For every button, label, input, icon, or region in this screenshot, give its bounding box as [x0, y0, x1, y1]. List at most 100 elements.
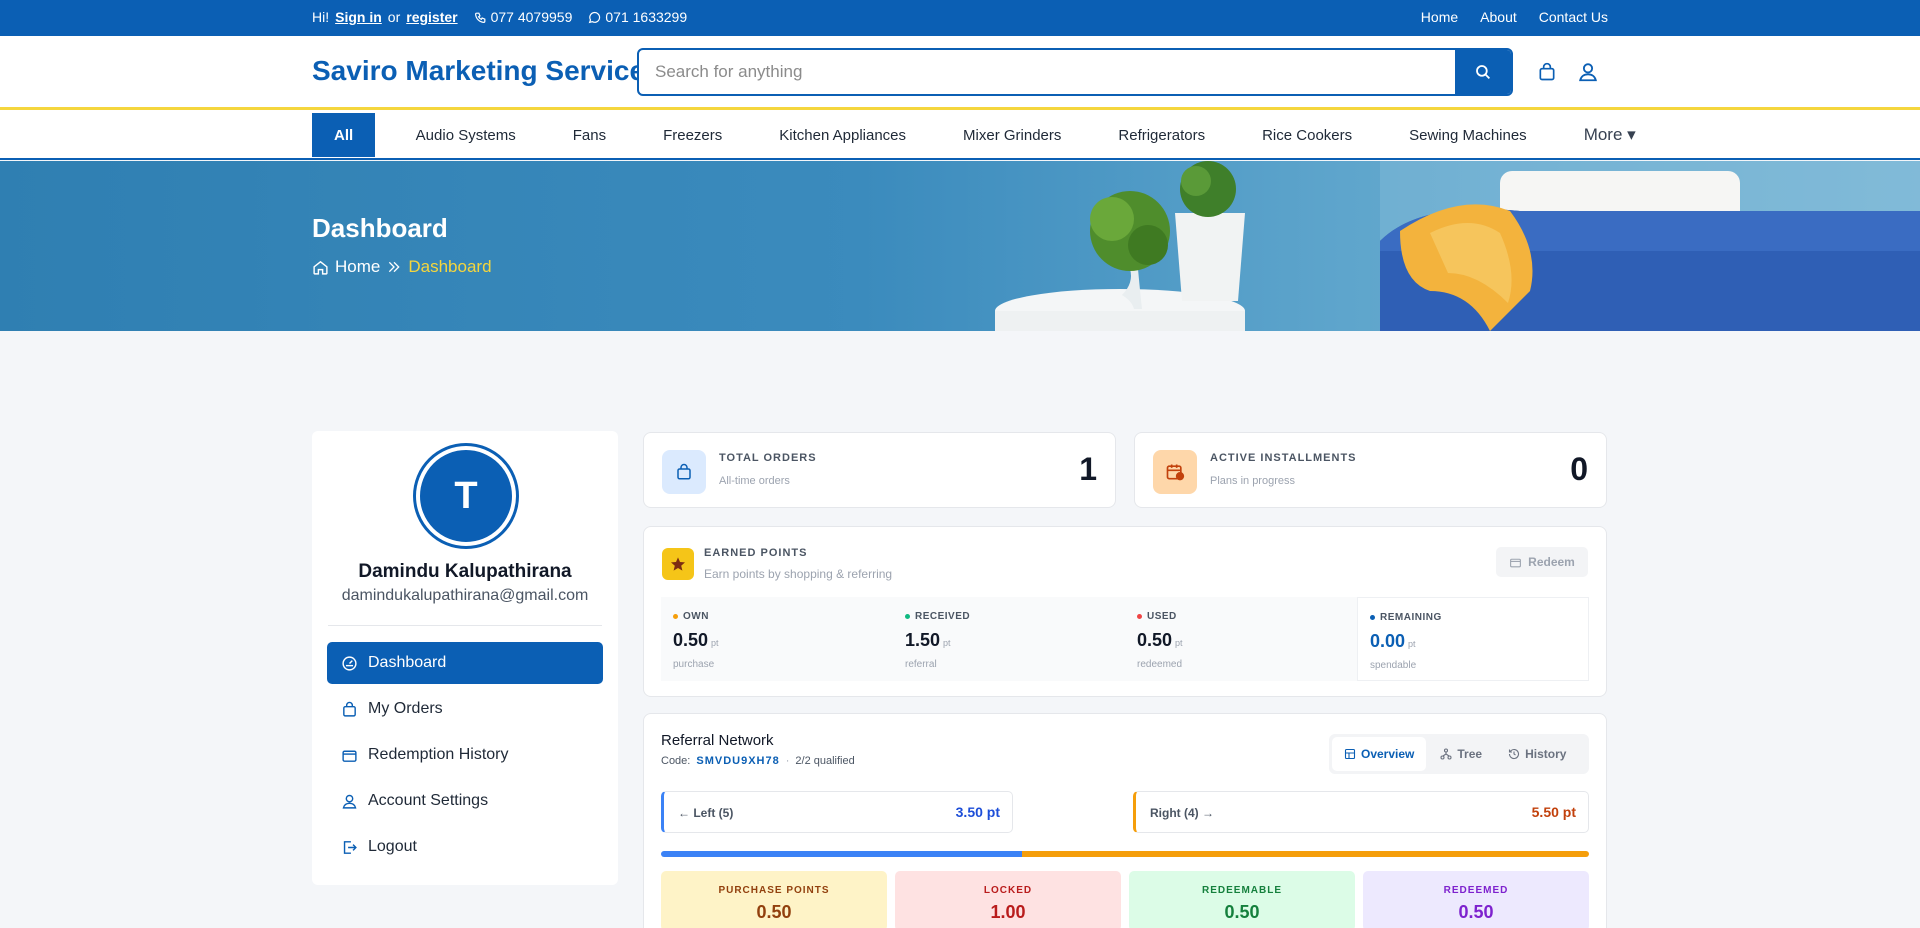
active-installments-card: ACTIVE INSTALLMENTS Plans in progress 0	[1134, 432, 1607, 508]
search-icon	[1476, 65, 1491, 80]
sidebar-item-logout[interactable]: Logout	[327, 826, 603, 868]
left-leg-points: 3.50 pt	[955, 804, 1000, 820]
cart-button[interactable]	[1535, 60, 1559, 84]
separator: ·	[785, 755, 790, 767]
category-nav: All Audio Systems Fans Freezers Kitchen …	[0, 110, 1920, 160]
referral-code-row: Code: SMVDU9XH78 · 2/2 qualified	[661, 755, 855, 767]
sidebar-item-account-settings[interactable]: Account Settings	[327, 780, 603, 822]
stat-sub: All-time orders	[719, 475, 790, 487]
earned-points-card: EARNED POINTS Earn points by shopping & …	[643, 526, 1607, 697]
sidebar-item-label: My Orders	[368, 700, 443, 717]
tile-label: LOCKED	[983, 885, 1033, 896]
search-input[interactable]	[639, 50, 1449, 94]
site-header: Saviro Marketing Service	[0, 36, 1920, 110]
points-remaining-value: 0.00	[1370, 631, 1406, 651]
tile-label: REDEEMABLE	[1201, 885, 1282, 896]
tree-icon	[1440, 748, 1452, 760]
category-list: All Audio Systems Fans Freezers Kitchen …	[312, 113, 1664, 157]
sidebar-item-label: Dashboard	[368, 654, 447, 671]
right-bar-fill	[1021, 851, 1589, 857]
top-link-contact[interactable]: Contact Us	[1539, 9, 1608, 25]
tab-tree[interactable]: Tree	[1428, 737, 1494, 771]
points-used-box: USED 0.50 pt redeemed	[1125, 597, 1357, 681]
calendar-clock-icon	[1166, 464, 1185, 481]
tile-value: 0.50	[756, 902, 792, 922]
points-box-sub: redeemed	[1137, 659, 1183, 670]
category-item[interactable]: Freezers	[635, 113, 751, 157]
points-box-label-text: REMAINING	[1380, 612, 1442, 623]
qualified-count: 2/2 qualified	[795, 755, 855, 767]
top-bar-links: Home About Contact Us	[1421, 9, 1608, 25]
search-button[interactable]	[1455, 50, 1511, 94]
register-link[interactable]: register	[406, 9, 457, 25]
category-more-dropdown[interactable]: More ▾	[1555, 113, 1664, 157]
or-text: or	[387, 9, 401, 25]
points-box-label-text: USED	[1147, 611, 1177, 622]
shopping-bag-icon	[677, 463, 691, 480]
sidebar-item-redemption-history[interactable]: Redemption History	[327, 734, 603, 776]
stat-sub: Plans in progress	[1210, 475, 1295, 487]
redeem-button[interactable]: Redeem	[1496, 547, 1588, 577]
category-item[interactable]: Mixer Grinders	[935, 113, 1090, 157]
top-link-home[interactable]: Home	[1421, 9, 1458, 25]
category-item[interactable]: Audio Systems	[387, 113, 544, 157]
points-own-value: 0.50	[673, 630, 709, 650]
sidebar-item-orders[interactable]: My Orders	[327, 688, 603, 730]
category-item[interactable]: Kitchen Appliances	[751, 113, 935, 157]
phone-icon	[474, 12, 486, 23]
stat-label: TOTAL ORDERS	[719, 452, 817, 464]
sidebar-item-label: Redemption History	[368, 746, 509, 763]
sidebar-item-dashboard[interactable]: Dashboard	[327, 642, 603, 684]
whatsapp-icon	[589, 11, 601, 23]
points-box-label: USED	[1137, 611, 1177, 622]
points-box-label-text: OWN	[683, 611, 709, 622]
points-box-value: 0.50 pt	[673, 630, 719, 651]
sidebar-item-label: Logout	[368, 838, 417, 855]
top-link-about[interactable]: About	[1480, 9, 1517, 25]
points-used-value: 0.50	[1137, 630, 1173, 650]
brand-logo[interactable]: Saviro Marketing Service	[312, 55, 645, 87]
category-all[interactable]: All	[312, 113, 376, 157]
sign-in-link[interactable]: Sign in	[335, 9, 382, 25]
avatar: T	[416, 446, 516, 546]
purchase-points-tile: PURCHASE POINTS 0.50	[661, 871, 887, 928]
breadcrumb-home[interactable]: Home	[335, 257, 380, 277]
home-icon	[313, 260, 328, 275]
points-received-value: 1.50	[905, 630, 941, 650]
tab-history[interactable]: History	[1496, 737, 1578, 771]
phone-2[interactable]: 071 1633299	[588, 9, 687, 25]
logout-icon	[343, 840, 357, 854]
account-button[interactable]	[1576, 60, 1600, 84]
user-icon	[1579, 63, 1597, 82]
star-icon	[671, 557, 685, 571]
tab-label: Tree	[1457, 747, 1483, 761]
redeemable-tile: REDEEMABLE 0.50	[1129, 871, 1355, 928]
category-item[interactable]: Rice Cookers	[1234, 113, 1381, 157]
grid-icon	[1344, 748, 1356, 760]
right-leg-box[interactable]: Right (4) → 5.50 pt	[1133, 791, 1589, 833]
category-item[interactable]: Refrigerators	[1090, 113, 1234, 157]
page-hero: Dashboard Home Dashboard	[0, 161, 1920, 331]
right-leg-label: Right (4) →	[1150, 806, 1214, 820]
tile-value: 0.50	[1458, 902, 1494, 922]
divider	[328, 625, 602, 626]
search-bar	[637, 48, 1513, 96]
points-box-value: 0.50 pt	[1137, 630, 1183, 651]
user-email: damindukalupathirana@gmail.com	[341, 587, 589, 604]
unit: pt	[1408, 639, 1416, 649]
category-item[interactable]: Sewing Machines	[1381, 113, 1556, 157]
user-icon	[342, 794, 357, 809]
category-item[interactable]: Fans	[544, 113, 634, 157]
referral-network-card: Referral Network Code: SMVDU9XH78 · 2/2 …	[643, 713, 1607, 928]
wallet-icon	[1510, 558, 1522, 567]
tab-label: History	[1525, 747, 1567, 761]
left-bar-fill	[661, 851, 1022, 857]
redeem-label: Redeem	[1528, 555, 1575, 569]
tab-overview[interactable]: Overview	[1332, 737, 1427, 771]
left-leg-box[interactable]: ← Left (5) 3.50 pt	[661, 791, 1013, 833]
history-icon	[1509, 748, 1520, 760]
greeting: Hi!	[312, 9, 330, 25]
phone-1[interactable]: 077 4079959	[474, 9, 572, 25]
double-chevron-icon	[389, 261, 400, 273]
referral-code[interactable]: SMVDU9XH78	[696, 755, 779, 767]
